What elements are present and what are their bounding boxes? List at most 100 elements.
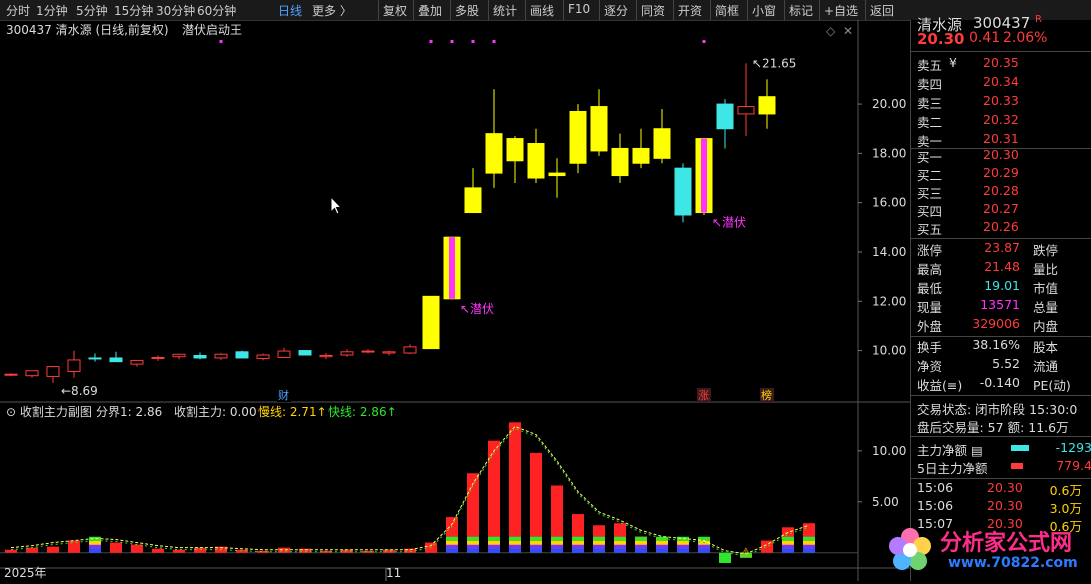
- candle-body: [25, 370, 39, 377]
- sub-bar-band: [509, 536, 521, 541]
- toolbar-button-0[interactable]: 复权: [383, 2, 407, 19]
- sub-bar: [278, 547, 290, 553]
- toolbar-button-3[interactable]: 统计: [493, 2, 517, 19]
- sub-bar-band: [89, 548, 101, 553]
- candle-body: [46, 366, 60, 377]
- sub-bar: [383, 549, 395, 553]
- period-7[interactable]: 更多 〉: [312, 2, 352, 19]
- period-4[interactable]: 30分钟: [156, 2, 195, 19]
- toolbar-separator: [636, 0, 637, 20]
- toolbar-button-5[interactable]: F10: [568, 2, 590, 16]
- candle-body: [758, 96, 776, 115]
- sub-tick-label: 10.00: [872, 444, 906, 458]
- panel-divider: [911, 395, 1091, 396]
- slow-line: [10, 425, 810, 555]
- sub-bar-band: [614, 536, 626, 541]
- watermark-title: 分析家公式网: [940, 531, 1073, 556]
- toolbar-separator: [488, 0, 489, 20]
- period-3[interactable]: 15分钟: [114, 2, 153, 19]
- latent-marker-bar: [701, 138, 707, 213]
- candle-body: [193, 354, 207, 359]
- stat-label-1: 最高: [917, 262, 943, 277]
- toolbar-button-11[interactable]: 标记: [789, 2, 813, 19]
- sub-bar: [47, 546, 59, 553]
- sub-bar-band: [677, 548, 689, 553]
- toolbar-button-2[interactable]: 多股: [455, 2, 479, 19]
- main-chart[interactable]: 300437 清水源 (日线,前复权) 潜伏启动王 ◇ ✕ 20.00 18.00 16.0…: [0, 20, 910, 581]
- stat-label2-4: 内盘: [1033, 319, 1059, 334]
- toolbar-button-13[interactable]: 返回: [870, 2, 894, 19]
- candle-body: [485, 133, 503, 174]
- ask-label-0: 卖五: [917, 58, 943, 73]
- sub-bar-band: [677, 544, 689, 549]
- stat-label-0: 涨停: [917, 243, 943, 258]
- quote-panel: 清水源 300437 R 20.30 0.41 2.06% 卖五 ¥20.35 卖四 20.34 卖…: [910, 14, 1091, 581]
- sub-bar-band: [635, 548, 647, 553]
- main-net-value: -1293: [1055, 440, 1091, 455]
- sub-bar-band: [551, 548, 563, 553]
- subchart-legend-item: 快线: 2.86↑: [328, 405, 397, 419]
- ask-label-3: 卖二: [917, 115, 943, 130]
- toolbar-button-7[interactable]: 同资: [641, 2, 665, 19]
- sub-bar-band: [803, 544, 815, 549]
- toolbar-button-8[interactable]: 开资: [678, 2, 702, 19]
- diamond-icon: ◇: [826, 24, 836, 38]
- sub-bar-band: [509, 544, 521, 549]
- period-0[interactable]: 分时: [6, 2, 30, 19]
- sub-bar: [173, 549, 185, 553]
- sub-bar-band: [509, 540, 521, 545]
- candle-body: [590, 106, 608, 152]
- sub-bar-band: [803, 540, 815, 545]
- price-pct: 2.06%: [1003, 30, 1048, 46]
- toolbar-button-6[interactable]: 逐分: [604, 2, 628, 19]
- sub-bar-band: [488, 544, 500, 549]
- sub-bar-band: [530, 548, 542, 553]
- signal-dot: [450, 40, 454, 43]
- candle-body: [4, 373, 18, 376]
- sub-bar-band: [614, 544, 626, 549]
- event-badge: 榜: [761, 388, 772, 402]
- x-label-year: 2025年: [4, 566, 47, 580]
- sub-bar-band: [509, 548, 521, 553]
- toolbar-separator: [413, 0, 414, 20]
- toolbar-separator: [747, 0, 748, 20]
- latent-marker-bar: [449, 237, 455, 299]
- mouse-cursor: [330, 195, 343, 219]
- toolbar-separator: [525, 0, 526, 20]
- toolbar-button-4[interactable]: 画线: [530, 2, 554, 19]
- main5-bar: [1011, 463, 1023, 469]
- sub-bar-band: [593, 536, 605, 541]
- sub-bar-band: [656, 536, 668, 541]
- subchart-legend-item: 收割主力: 0.00: [174, 404, 257, 419]
- watermark-logo: 分析家公式网 www.70822.com: [880, 519, 1091, 581]
- bid-label-3: 买四: [917, 204, 943, 219]
- toolbar-button-9[interactable]: 简框: [715, 2, 739, 19]
- watermark-url: www.70822.com: [948, 555, 1078, 571]
- sub-bar-band: [803, 536, 815, 541]
- marker-label: ↖潜伏: [712, 216, 746, 230]
- sub-bar: [488, 440, 500, 553]
- period-5[interactable]: 60分钟: [197, 2, 236, 19]
- candle-body: [172, 353, 186, 358]
- toolbar-button-1[interactable]: 叠加: [418, 2, 442, 19]
- low-price-label: ←8.69: [61, 384, 98, 398]
- main5-label: 5日主力净额: [917, 461, 988, 476]
- sub-bar-band: [635, 540, 647, 545]
- sub-bar-band: [593, 540, 605, 545]
- toolbar-button-12[interactable]: +自选: [824, 2, 858, 19]
- period-2[interactable]: 5分钟: [76, 2, 108, 19]
- toolbar-separator: [710, 0, 711, 20]
- bid-label-1: 买二: [917, 168, 943, 183]
- sub-bar: [194, 547, 206, 553]
- sub-bar-band: [614, 548, 626, 553]
- bid-price-1: 20.29: [983, 165, 1019, 180]
- stat2-value-1: 5.52: [992, 356, 1020, 371]
- period-1[interactable]: 1分钟: [36, 2, 68, 19]
- stat2-value-0: 38.16%: [972, 337, 1020, 352]
- candle-body: [506, 138, 524, 162]
- candle-body: [737, 106, 755, 115]
- candle-body: [653, 128, 671, 159]
- sub-bar-band: [551, 544, 563, 549]
- toolbar-button-10[interactable]: 小窗: [752, 2, 776, 19]
- period-6[interactable]: 日线: [278, 2, 302, 19]
